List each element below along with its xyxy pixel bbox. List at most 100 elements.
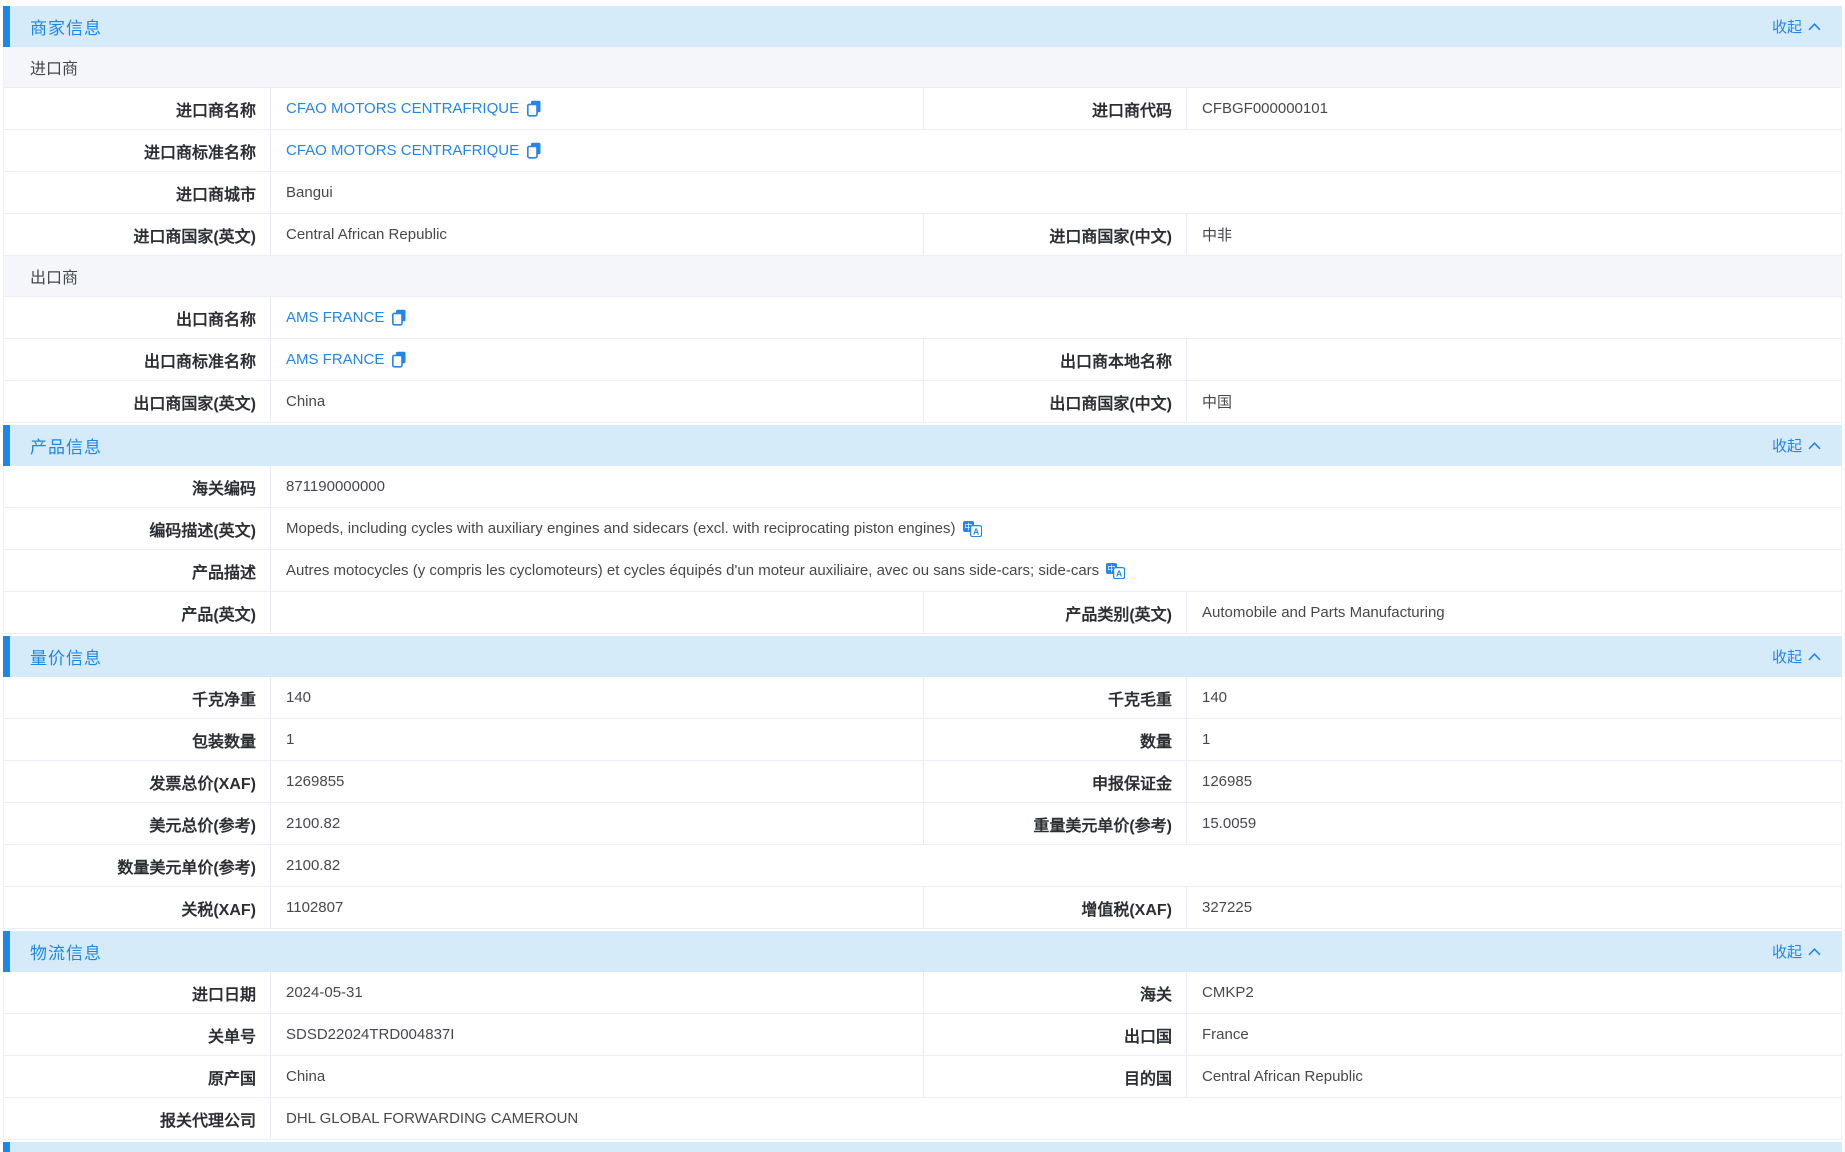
value-exporter-country-en: China bbox=[271, 381, 923, 422]
product-collapse-button[interactable]: 收起 bbox=[1772, 435, 1842, 456]
value-customs-agent: DHL GLOBAL FORWARDING CAMEROUN bbox=[271, 1098, 1841, 1139]
row-importer-city: 进口商城市 Bangui bbox=[3, 172, 1842, 214]
value-export-country: France bbox=[1187, 1014, 1841, 1055]
value-code-desc-en: Mopeds, including cycles with auxiliary … bbox=[286, 520, 956, 537]
label-origin-country: 原产国 bbox=[4, 1056, 271, 1097]
row-hs-code: 海关编码 871190000000 bbox=[3, 466, 1842, 508]
label-exporter-country-en: 出口商国家(英文) bbox=[4, 381, 271, 422]
translate-icon[interactable]: 中A bbox=[1106, 563, 1125, 579]
row-package-qty: 包装数量 1 数量 1 bbox=[3, 719, 1842, 761]
exporter-subheader: 出口商 bbox=[3, 256, 1842, 297]
label-importer-country-en: 进口商国家(英文) bbox=[4, 214, 271, 255]
value-invoice-total: 1269855 bbox=[271, 761, 923, 802]
row-customs-no: 关单号 SDSD22024TRD004837I 出口国 France bbox=[3, 1014, 1842, 1056]
label-customs: 海关 bbox=[923, 972, 1187, 1013]
value-customs: CMKP2 bbox=[1187, 972, 1841, 1013]
value-import-date: 2024-05-31 bbox=[271, 972, 923, 1013]
logistics-section-title: 物流信息 bbox=[30, 939, 102, 964]
row-net-weight: 千克净重 140 千克毛重 140 bbox=[3, 677, 1842, 719]
cell-importer-name: CFAO MOTORS CENTRAFRIQUE bbox=[271, 88, 923, 129]
label-importer-country-cn: 进口商国家(中文) bbox=[923, 214, 1187, 255]
importer-subheader: 进口商 bbox=[3, 47, 1842, 88]
trade-record-page: 商家信息 收起 进口商 进口商名称 CFAO MOTORS CENTRAFRIQ… bbox=[0, 0, 1845, 1152]
value-importer-country-en: Central African Republic bbox=[271, 214, 923, 255]
row-exporter-name: 出口商名称 AMS FRANCE bbox=[3, 297, 1842, 339]
collapse-label: 收起 bbox=[1772, 941, 1802, 962]
cell-exporter-name: AMS FRANCE bbox=[271, 297, 1841, 338]
importer-std-name-link[interactable]: CFAO MOTORS CENTRAFRIQUE bbox=[286, 142, 519, 159]
copy-icon[interactable] bbox=[526, 142, 542, 159]
svg-text:A: A bbox=[973, 526, 979, 536]
label-export-country: 出口国 bbox=[923, 1014, 1187, 1055]
label-importer-city: 进口商城市 bbox=[4, 172, 271, 213]
label-package-qty: 包装数量 bbox=[4, 719, 271, 760]
value-declared-deposit: 126985 bbox=[1187, 761, 1841, 802]
translate-icon[interactable]: 中A bbox=[963, 521, 982, 537]
label-destination-country: 目的国 bbox=[923, 1056, 1187, 1097]
section-accent-bar bbox=[3, 1142, 10, 1152]
row-exporter-country: 出口商国家(英文) China 出口商国家(中文) 中国 bbox=[3, 381, 1842, 423]
value-vat: 327225 bbox=[1187, 887, 1841, 928]
label-gross-weight: 千克毛重 bbox=[923, 677, 1187, 718]
label-invoice-total: 发票总价(XAF) bbox=[4, 761, 271, 802]
value-usd-unit-weight: 15.0059 bbox=[1187, 803, 1841, 844]
row-importer-name: 进口商名称 CFAO MOTORS CENTRAFRIQUE 进口商代码 CFB… bbox=[3, 88, 1842, 130]
section-accent-bar bbox=[3, 931, 10, 972]
label-importer-name: 进口商名称 bbox=[4, 88, 271, 129]
logistics-collapse-button[interactable]: 收起 bbox=[1772, 941, 1842, 962]
qty-price-section-header: 量价信息 收起 bbox=[3, 636, 1842, 677]
exporter-std-name-link[interactable]: AMS FRANCE bbox=[286, 351, 384, 368]
product-section-header: 产品信息 收起 bbox=[3, 425, 1842, 466]
row-product-desc: 产品描述 Autres motocycles (y compris les cy… bbox=[3, 550, 1842, 592]
value-exporter-country-cn: 中国 bbox=[1187, 381, 1841, 422]
label-quantity: 数量 bbox=[923, 719, 1187, 760]
copy-icon[interactable] bbox=[391, 309, 407, 326]
label-exporter-std-name: 出口商标准名称 bbox=[4, 339, 271, 380]
exporter-name-link[interactable]: AMS FRANCE bbox=[286, 309, 384, 326]
exporter-subheader-label: 出口商 bbox=[30, 264, 78, 288]
chevron-up-icon bbox=[1808, 23, 1821, 31]
collapse-label: 收起 bbox=[1772, 16, 1802, 37]
label-usd-unit-qty: 数量美元单价(参考) bbox=[4, 845, 271, 886]
label-product-en: 产品(英文) bbox=[4, 592, 271, 633]
value-destination-country: Central African Republic bbox=[1187, 1056, 1841, 1097]
row-code-desc-en: 编码描述(英文) Mopeds, including cycles with a… bbox=[3, 508, 1842, 550]
value-usd-total: 2100.82 bbox=[271, 803, 923, 844]
label-customs-no: 关单号 bbox=[4, 1014, 271, 1055]
row-tariff: 关税(XAF) 1102807 增值税(XAF) 327225 bbox=[3, 887, 1842, 929]
value-product-desc: Autres motocycles (y compris les cyclomo… bbox=[286, 562, 1099, 579]
value-usd-unit-qty: 2100.82 bbox=[271, 845, 1841, 886]
label-exporter-country-cn: 出口商国家(中文) bbox=[923, 381, 1187, 422]
value-hs-code: 871190000000 bbox=[271, 466, 1841, 507]
label-net-weight: 千克净重 bbox=[4, 677, 271, 718]
value-tariff: 1102807 bbox=[271, 887, 923, 928]
copy-icon[interactable] bbox=[526, 100, 542, 117]
merchant-section-title: 商家信息 bbox=[30, 14, 102, 39]
product-section-title: 产品信息 bbox=[30, 433, 102, 458]
collapse-label: 收起 bbox=[1772, 646, 1802, 667]
label-declared-deposit: 申报保证金 bbox=[923, 761, 1187, 802]
row-exporter-std-name: 出口商标准名称 AMS FRANCE 出口商本地名称 bbox=[3, 339, 1842, 381]
merchant-section-header: 商家信息 收起 bbox=[3, 6, 1842, 47]
row-usd-total: 美元总价(参考) 2100.82 重量美元单价(参考) 15.0059 bbox=[3, 803, 1842, 845]
collapse-label: 收起 bbox=[1772, 435, 1802, 456]
value-importer-city: Bangui bbox=[271, 172, 1841, 213]
row-origin-country: 原产国 China 目的国 Central African Republic bbox=[3, 1056, 1842, 1098]
section-qty-price: 量价信息 收起 千克净重 140 千克毛重 140 包装数量 1 数量 1 发票… bbox=[3, 636, 1842, 929]
importer-subheader-label: 进口商 bbox=[30, 55, 78, 79]
qty-price-collapse-button[interactable]: 收起 bbox=[1772, 646, 1842, 667]
cell-code-desc-en: Mopeds, including cycles with auxiliary … bbox=[271, 508, 1841, 549]
label-code-desc-en: 编码描述(英文) bbox=[4, 508, 271, 549]
section-product: 产品信息 收起 海关编码 871190000000 编码描述(英文) Moped… bbox=[3, 425, 1842, 634]
label-importer-std-name: 进口商标准名称 bbox=[4, 130, 271, 171]
section-logistics: 物流信息 收起 进口日期 2024-05-31 海关 CMKP2 关单号 SDS… bbox=[3, 931, 1842, 1140]
importer-name-link[interactable]: CFAO MOTORS CENTRAFRIQUE bbox=[286, 100, 519, 117]
label-customs-agent: 报关代理公司 bbox=[4, 1098, 271, 1139]
row-product-en: 产品(英文) 产品类别(英文) Automobile and Parts Man… bbox=[3, 592, 1842, 634]
row-import-date: 进口日期 2024-05-31 海关 CMKP2 bbox=[3, 972, 1842, 1014]
copy-icon[interactable] bbox=[391, 351, 407, 368]
label-product-desc: 产品描述 bbox=[4, 550, 271, 591]
chevron-up-icon bbox=[1808, 948, 1821, 956]
merchant-collapse-button[interactable]: 收起 bbox=[1772, 16, 1842, 37]
row-usd-unit-qty: 数量美元单价(参考) 2100.82 bbox=[3, 845, 1842, 887]
